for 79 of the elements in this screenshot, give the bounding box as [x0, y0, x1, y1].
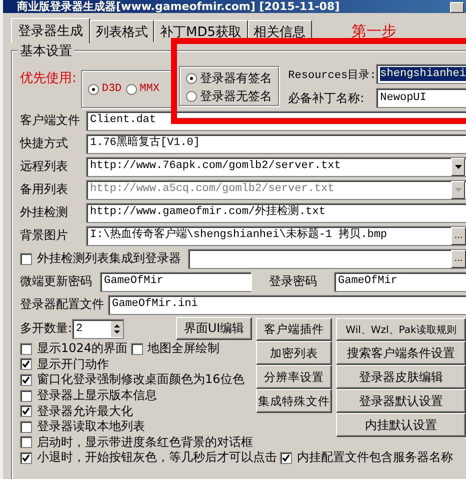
input-field[interactable]: shengshianhei — [376, 64, 466, 84]
action-button[interactable]: 分辨率设置 — [256, 365, 332, 389]
field-label: 多开数量: — [20, 320, 72, 337]
action-button[interactable]: 加密列表 — [256, 341, 332, 365]
caret-icon — [454, 188, 462, 192]
radio-button[interactable] — [126, 84, 137, 94]
checkbox-label: 显示开门动作 — [37, 356, 109, 372]
checkbox-label: 启动时，显示带进度条红色背景的对话框 — [37, 434, 253, 451]
checkbox-label: 内挂配置文件包含服务器名称 — [297, 449, 453, 466]
checkbox[interactable] — [20, 452, 32, 464]
action-button[interactable]: 搜索客户端条件设置 — [336, 341, 466, 365]
action-button[interactable]: 集成特殊文件 — [256, 389, 332, 413]
radio-label: MMX — [140, 83, 160, 95]
checkbox-label: 显示1024的界面 — [37, 340, 128, 358]
checkbox-label: 登录器允许最大化 — [37, 402, 133, 420]
dropdown-button[interactable] — [451, 180, 465, 198]
input-field[interactable] — [188, 248, 466, 268]
number-spinner[interactable]: 2 — [72, 318, 124, 338]
caret-icon — [454, 164, 462, 168]
field-label: 登录器配置文件 — [20, 296, 105, 313]
checkbox[interactable] — [130, 342, 143, 355]
input-field[interactable]: GameOfMir.ini — [108, 294, 466, 314]
checkbox[interactable] — [20, 342, 32, 355]
field-label: 背景图片 — [20, 227, 69, 244]
radio-label: D3D — [102, 83, 122, 95]
field-label: 快捷方式 — [20, 135, 69, 152]
tab[interactable]: 列表格式 — [90, 20, 154, 42]
radio-button[interactable] — [186, 73, 198, 84]
radio-label: 登录器有签名 — [200, 70, 272, 87]
input-field[interactable]: NewopUI — [376, 88, 466, 108]
checkbox[interactable] — [20, 390, 32, 402]
checkbox-label: 小退时，开始按钮灰色，等几秒后才可以点击 — [37, 449, 277, 466]
checkmark-icon — [282, 454, 290, 462]
spinner-arrows-icon — [111, 320, 124, 336]
field-label: 备用列表 — [20, 181, 69, 198]
checkbox-label: 窗口化登录强制修改桌面颜色为16位色 — [37, 371, 244, 388]
checkbox[interactable] — [280, 452, 292, 464]
step-annotation: 第一步 — [352, 22, 396, 40]
checkmark-icon — [22, 454, 30, 462]
field-label: Resources目录: — [288, 68, 376, 82]
checkbox-label: 登录器读取本地列表 — [37, 418, 145, 436]
action-button[interactable]: 内挂默认设置 — [336, 413, 466, 437]
action-button[interactable]: 登录器默认设置 — [336, 389, 466, 413]
checkbox-label: 外挂检测列表集成到登录器 — [37, 250, 181, 267]
radio-button[interactable] — [186, 91, 198, 102]
field-label: 登录密码 — [268, 273, 318, 290]
input-field[interactable]: GameOfMir — [100, 272, 252, 292]
field-label: 远程列表 — [20, 158, 69, 175]
field-label: 必备补丁名称: — [288, 90, 366, 106]
checkbox[interactable] — [20, 358, 32, 370]
input-field[interactable]: 1.76黑暗复古[V1.0] — [86, 134, 466, 154]
tab[interactable]: 登录器生成 — [11, 18, 90, 43]
dropdown-field[interactable]: http://www.76apk.com/gomlb2/server.txt — [86, 156, 466, 176]
action-button[interactable]: 客户端插件 — [256, 318, 332, 341]
field-label: 微端更新密码 — [20, 273, 93, 290]
checkbox[interactable] — [20, 436, 32, 448]
group-title: 基本设置 — [18, 42, 74, 60]
action-button[interactable]: Wil、Wzl、Pak读取规则 — [336, 318, 466, 341]
input-field[interactable]: GameOfMir — [334, 272, 466, 292]
browse-button[interactable]: ... — [451, 250, 466, 268]
window-title: 商业版登录器生成器[www.gameofmir.com] [2015-11-08] — [16, 1, 340, 13]
checkbox[interactable] — [20, 420, 32, 433]
radio-button[interactable] — [88, 84, 99, 94]
action-button[interactable]: 登录器皮肤编辑 — [336, 365, 466, 389]
dropdown-button[interactable] — [451, 158, 465, 176]
checkbox[interactable] — [20, 252, 32, 264]
input-field[interactable]: http://www.gameofmir.com/外挂检测.txt — [86, 202, 466, 222]
ui-edit-button[interactable]: 界面UI编辑 — [176, 317, 252, 340]
field-label: 客户端文件 — [20, 112, 81, 129]
checkbox[interactable] — [20, 374, 32, 386]
checkbox-label: 地图全屏绘制 — [148, 340, 220, 358]
checkbox[interactable] — [20, 405, 32, 418]
browse-button[interactable]: ... — [451, 226, 466, 244]
radio-label: 登录器无签名 — [200, 88, 272, 105]
priority-label: 优先使用: — [20, 70, 78, 87]
minimize-button[interactable] — [450, 2, 464, 13]
checkmark-icon — [22, 407, 30, 416]
field-label: 外挂检测 — [20, 204, 69, 221]
checkbox-label: 登录器上显示版本信息 — [37, 387, 157, 404]
